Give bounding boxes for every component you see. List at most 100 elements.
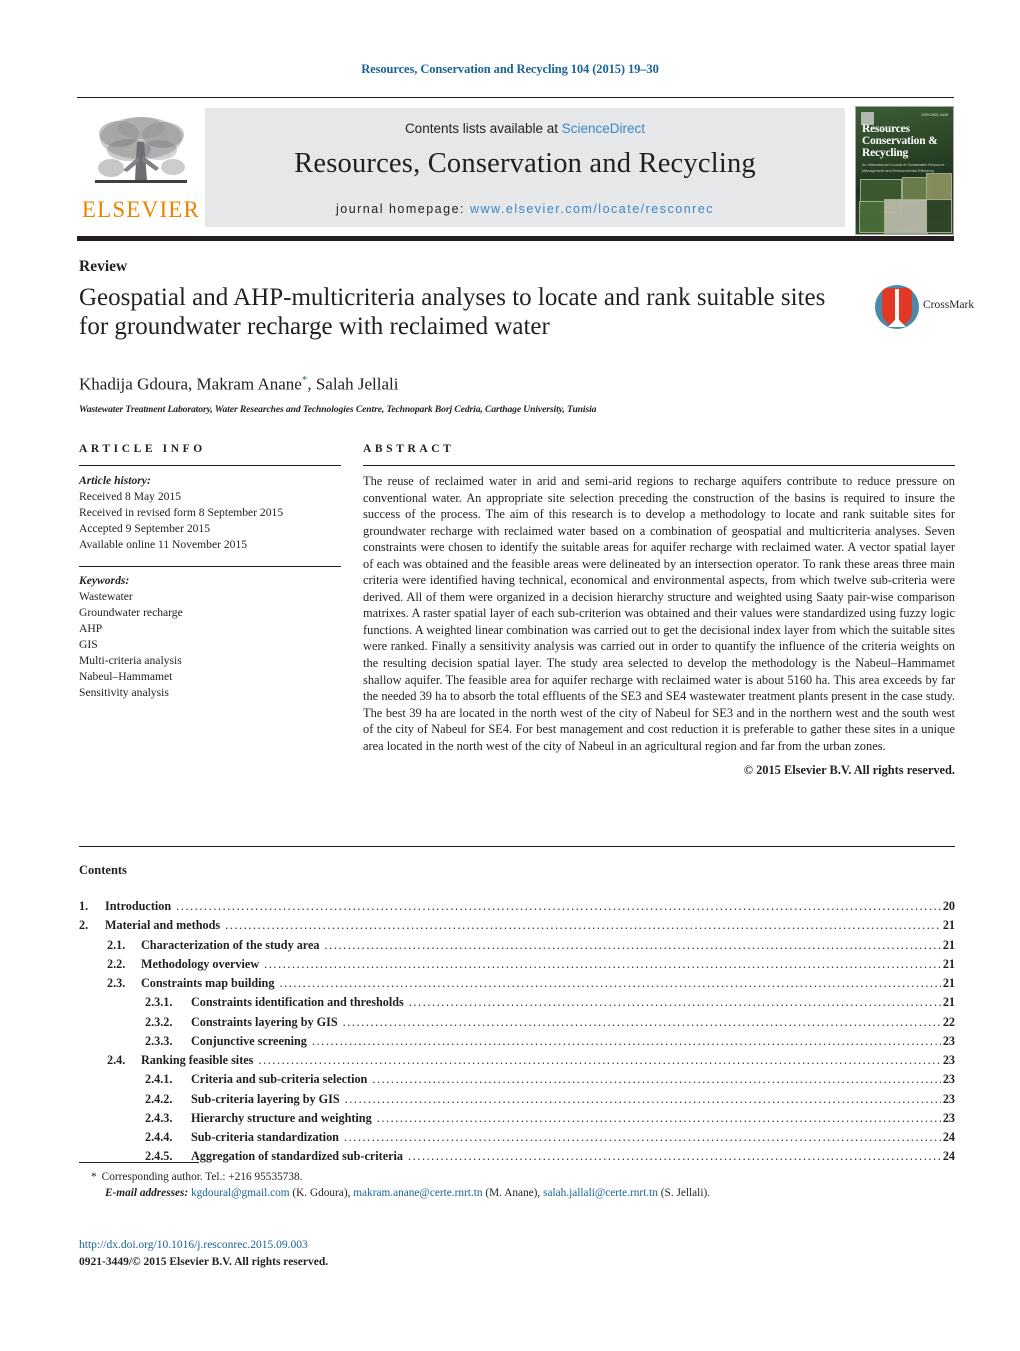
sciencedirect-link[interactable]: ScienceDirect — [562, 121, 645, 136]
journal-title: Resources, Conservation and Recycling — [294, 148, 756, 179]
page-title: Geospatial and AHP-multicriteria analyse… — [79, 284, 826, 340]
cover-issn: ISSN 0921-3449 — [921, 113, 948, 117]
authors-tail: , Salah Jellali — [307, 374, 399, 394]
elsevier-tree-icon — [95, 117, 187, 183]
contents-entry-number: 1. — [79, 899, 89, 913]
contents-top-rule — [79, 846, 955, 847]
contents-entry[interactable]: 2.4. Ranking feasible sites..............… — [79, 1051, 955, 1070]
contents-entry-label: Methodology overview — [141, 956, 260, 971]
contents-entry-page: 21 — [942, 937, 955, 952]
running-head: Resources, Conservation and Recycling 10… — [361, 62, 659, 76]
contents-entry-leader: ........................................… — [264, 956, 941, 971]
article-info-column: ARTICLE INFO Article history: Received 8… — [79, 443, 341, 700]
contents-entry-label: Constraints map building — [141, 976, 275, 991]
article-history: Article history: Received 8 May 2015 Rec… — [79, 473, 341, 552]
contents-entry-leader: ........................................… — [408, 1149, 941, 1164]
contents-entry[interactable]: 2.3. Constraints map building............… — [79, 974, 955, 993]
contents-entry-page: 20 — [942, 899, 955, 913]
contents-entry-label: Hierarchy structure and weighting — [191, 1110, 372, 1125]
keyword-item: GIS — [79, 637, 98, 651]
contents-entry[interactable]: 2. Material and methods..................… — [79, 916, 955, 935]
contents-entry-page: 21 — [942, 995, 955, 1010]
cover-photo-4 — [859, 201, 885, 233]
doi-link[interactable]: http://dx.doi.org/10.1016/j.resconrec.20… — [79, 1237, 955, 1254]
abstract-text: The reuse of reclaimed water in arid and… — [363, 474, 955, 753]
contents-entry-page: 21 — [942, 956, 955, 971]
homepage-prefix: journal homepage: — [335, 202, 470, 216]
keyword-item: AHP — [79, 622, 103, 635]
contents-entry[interactable]: 2.3.2. Constraints layering by GIS.......… — [79, 1013, 955, 1032]
contents-entry-number: 2.4.4. — [145, 1130, 173, 1145]
abstract-heading: ABSTRACT — [363, 443, 455, 455]
crossmark-label: CrossMark — [923, 299, 975, 311]
contents-entry-label: Criteria and sub-criteria selection — [191, 1072, 368, 1087]
contents-entry-label: Material and methods — [105, 918, 221, 933]
contents-entry-page: 22 — [942, 1014, 955, 1029]
contents-entry-label: Ranking feasible sites — [141, 1053, 254, 1068]
keyword-item: Sensitivity analysis — [79, 685, 169, 699]
history-item: Accepted 9 September 2015 — [79, 521, 211, 535]
history-item: Received in revised form 8 September 201… — [79, 505, 284, 519]
contents-entry-page: 21 — [942, 918, 955, 933]
contents-entry[interactable]: 2.4.4. Sub-criteria standardization......… — [79, 1128, 955, 1147]
email-link-1[interactable]: kgdoural@gmail.com — [191, 1187, 290, 1199]
article-type: Review — [79, 258, 128, 275]
contents-entry-page: 24 — [942, 1130, 955, 1145]
author-list: Khadija Gdoura, Makram Anane*, Salah Jel… — [79, 374, 849, 395]
cover-photo-5 — [884, 199, 928, 234]
contents-entry-leader: ........................................… — [372, 1072, 940, 1087]
contents-entry[interactable]: 2.1. Characterization of the study area..… — [79, 936, 955, 955]
article-info-separator — [79, 566, 341, 568]
email-link-2[interactable]: makram.anane@certe.rnrt.tn — [353, 1187, 482, 1199]
cover-title: Resources Conservation & Recycling — [862, 123, 938, 160]
contents-entry-label: Constraints identification and threshold… — [191, 995, 404, 1010]
contents-entry-label: Sub-criteria layering by GIS — [191, 1091, 340, 1106]
abstract-rule — [363, 465, 955, 466]
contents-entry-page: 23 — [942, 1033, 955, 1048]
crossmark-badge[interactable]: CrossMark — [875, 285, 974, 331]
journal-cover-thumbnail: ISSN 0921-3449 Resources Conservation & … — [855, 106, 954, 235]
journal-homepage-link[interactable]: www.elsevier.com/locate/resconrec — [470, 202, 714, 216]
footnote-rule — [79, 1162, 199, 1163]
contents-entry[interactable]: 2.4.3. Hierarchy structure and weighting.… — [79, 1109, 955, 1128]
elsevier-logo: ELSEVIER — [77, 104, 205, 221]
contents-entry-label: Introduction — [105, 899, 172, 913]
abstract-column: ABSTRACT The reuse of reclaimed water in… — [363, 443, 955, 778]
journal-homepage-line: journal homepage: www.elsevier.com/locat… — [205, 202, 845, 216]
contents-entry-page: 23 — [942, 1053, 955, 1068]
keywords-block: Keywords: Wastewater Groundwater recharg… — [79, 573, 341, 700]
email-link-3[interactable]: salah.jallali@certe.rnrt.tn — [543, 1187, 658, 1199]
contents-entry[interactable]: 2.3.1. Constraints identification and thr… — [79, 993, 955, 1012]
contents-entry-number: 2. — [79, 918, 89, 933]
email-owner-3: (S. Jellali). — [660, 1186, 711, 1199]
contents-entry-number: 2.4.3. — [145, 1110, 173, 1125]
contents-entry-number: 2.3.2. — [145, 1014, 173, 1029]
article-history-label: Article history: — [79, 474, 151, 487]
contents-entry-leader: ........................................… — [225, 918, 941, 933]
contents-entry-number: 2.4.1. — [145, 1072, 173, 1087]
contents-entry[interactable]: 2.4.5. Aggregation of standardized sub-cr… — [79, 1147, 955, 1166]
contents-entry-page: 23 — [942, 1091, 955, 1106]
journal-article-first-page: Resources, Conservation and Recycling 10… — [0, 0, 1020, 1351]
contents-entry-leader: ........................................… — [324, 937, 941, 952]
history-item: Received 8 May 2015 — [79, 489, 182, 503]
abstract-copyright: © 2015 Elsevier B.V. All rights reserved… — [743, 763, 955, 778]
masthead-divider — [77, 236, 954, 241]
authors-main: Khadija Gdoura, Makram Anane — [79, 374, 302, 394]
keywords-label: Keywords: — [79, 574, 130, 588]
contents-entry[interactable]: 2.4.2. Sub-criteria layering by GIS......… — [79, 1090, 955, 1109]
contents-available-line: Contents lists available at ScienceDirec… — [205, 121, 845, 136]
contents-entry-label: Aggregation of standardized sub-criteria — [191, 1149, 404, 1164]
journal-masthead: ELSEVIER Contents lists available at Sci… — [77, 97, 954, 235]
article-info-rule — [79, 465, 341, 466]
issn-copyright-line: 0921-3449/© 2015 Elsevier B.V. All right… — [79, 1256, 329, 1269]
contents-entry-label: Constraints layering by GIS — [191, 1014, 338, 1029]
keyword-item: Groundwater recharge — [79, 606, 183, 620]
contents-entry[interactable]: 2.3.3. Conjunctive screening.............… — [79, 1032, 955, 1051]
contents-entry[interactable]: 1. Introduction..........................… — [79, 897, 955, 916]
table-of-contents: Contents 1. Introduction.................… — [79, 863, 955, 1167]
contents-entry[interactable]: 2.4.1. Criteria and sub-criteria selectio… — [79, 1070, 955, 1089]
contents-entry[interactable]: 2.2. Methodology overview................… — [79, 955, 955, 974]
contents-entry-page: 23 — [942, 1072, 955, 1087]
contents-entry-label: Sub-criteria standardization — [191, 1130, 339, 1145]
